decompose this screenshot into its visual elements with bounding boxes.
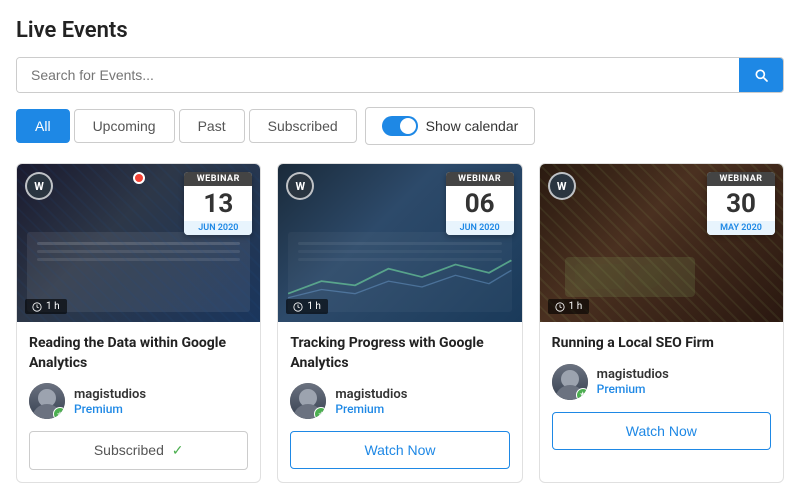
duration-badge-1: 1 h xyxy=(25,299,67,314)
duration-badge-3: 1 h xyxy=(548,299,590,314)
author-info-1: magistudios Premium xyxy=(74,387,146,416)
org-badge-1: W xyxy=(25,172,53,200)
search-icon xyxy=(753,67,769,83)
star-badge-3: ★ xyxy=(576,388,588,400)
org-badge-3: W xyxy=(548,172,576,200)
action-button-3[interactable]: Watch Now xyxy=(552,412,771,450)
author-tier-3: Premium xyxy=(597,382,669,396)
event-image-3: W WEBINAR 30 MAY 2020 1 h xyxy=(540,164,783,322)
events-grid: W WEBINAR 13 JUN 2020 1 h Reading the Da… xyxy=(16,163,784,483)
star-badge-2: ★ xyxy=(314,407,326,419)
event-image-2: W WEBINAR 06 JUN 2020 1 h xyxy=(278,164,521,322)
star-badge-1: ★ xyxy=(53,407,65,419)
event-author-2: ★ magistudios Premium xyxy=(290,383,509,419)
action-button-2[interactable]: Watch Now xyxy=(290,431,509,469)
event-title-1: Reading the Data within Google Analytics xyxy=(29,334,248,373)
date-day-1: 13 xyxy=(184,186,252,219)
event-title-2: Tracking Progress with Google Analytics xyxy=(290,334,509,373)
event-body-1: Reading the Data within Google Analytics… xyxy=(17,322,260,482)
filter-all-button[interactable]: All xyxy=(16,109,70,143)
show-calendar-label: Show calendar xyxy=(426,118,519,134)
author-name-2: magistudios xyxy=(335,387,407,402)
date-badge-1: WEBINAR 13 JUN 2020 xyxy=(184,172,252,235)
date-day-2: 06 xyxy=(446,186,514,219)
event-card-1: W WEBINAR 13 JUN 2020 1 h Reading the Da… xyxy=(16,163,261,483)
filter-bar: All Upcoming Past Subscribed Show calend… xyxy=(16,107,784,145)
checkmark-1: ✓ xyxy=(172,442,184,458)
author-name-1: magistudios xyxy=(74,387,146,402)
author-tier-1: Premium xyxy=(74,402,146,416)
date-month-3: MAY 2020 xyxy=(707,221,775,235)
webinar-label-1: WEBINAR xyxy=(184,172,252,186)
author-avatar-1: ★ xyxy=(29,383,65,419)
webinar-label-2: WEBINAR xyxy=(446,172,514,186)
page-container: Live Events All Upcoming Past Subscribed… xyxy=(0,0,800,499)
money-svg-3 xyxy=(560,242,700,302)
event-card-3: W WEBINAR 30 MAY 2020 1 h Running a Loca… xyxy=(539,163,784,483)
duration-badge-2: 1 h xyxy=(286,299,328,314)
search-input[interactable] xyxy=(17,58,739,92)
event-body-2: Tracking Progress with Google Analytics … xyxy=(278,322,521,481)
filter-upcoming-button[interactable]: Upcoming xyxy=(74,109,175,143)
event-author-1: ★ magistudios Premium xyxy=(29,383,248,419)
author-info-2: magistudios Premium xyxy=(335,387,407,416)
calendar-toggle xyxy=(382,116,418,136)
action-button-1[interactable]: Subscribed ✓ xyxy=(29,431,248,470)
author-tier-2: Premium xyxy=(335,402,407,416)
author-name-3: magistudios xyxy=(597,367,669,382)
author-info-3: magistudios Premium xyxy=(597,367,669,396)
event-body-3: Running a Local SEO Firm ★ magistudios P… xyxy=(540,322,783,462)
event-author-3: ★ magistudios Premium xyxy=(552,364,771,400)
clock-icon-2 xyxy=(293,302,303,312)
date-day-3: 30 xyxy=(707,186,775,219)
search-bar xyxy=(16,57,784,93)
page-title: Live Events xyxy=(16,18,784,43)
date-month-1: JUN 2020 xyxy=(184,221,252,235)
event-title-3: Running a Local SEO Firm xyxy=(552,334,771,354)
notification-dot-1 xyxy=(133,172,145,184)
date-month-2: JUN 2020 xyxy=(446,221,514,235)
author-avatar-2: ★ xyxy=(290,383,326,419)
event-card-2: W WEBINAR 06 JUN 2020 1 h Tracking Progr… xyxy=(277,163,522,483)
clock-icon-3 xyxy=(555,302,565,312)
webinar-label-3: WEBINAR xyxy=(707,172,775,186)
search-button[interactable] xyxy=(739,58,783,92)
clock-icon-1 xyxy=(32,302,42,312)
filter-past-button[interactable]: Past xyxy=(179,109,245,143)
event-image-1: W WEBINAR 13 JUN 2020 1 h xyxy=(17,164,260,322)
date-badge-2: WEBINAR 06 JUN 2020 xyxy=(446,172,514,235)
show-calendar-button[interactable]: Show calendar xyxy=(365,107,536,145)
author-avatar-3: ★ xyxy=(552,364,588,400)
date-badge-3: WEBINAR 30 MAY 2020 xyxy=(707,172,775,235)
filter-subscribed-button[interactable]: Subscribed xyxy=(249,109,357,143)
